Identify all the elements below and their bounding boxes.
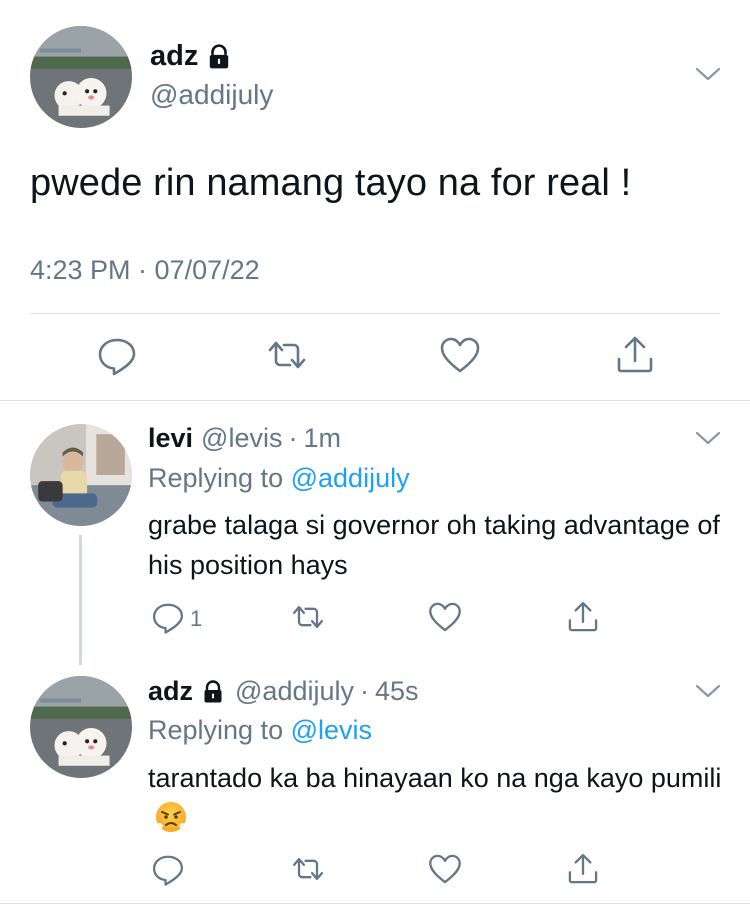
retweet-button[interactable] [265, 333, 309, 377]
reply-time[interactable]: 45s [375, 676, 419, 707]
reply-button[interactable] [95, 333, 139, 377]
reply-time[interactable]: 1m [303, 423, 341, 454]
thread-line [79, 535, 82, 665]
main-tweet-handle[interactable]: @addijuly [150, 79, 273, 111]
share-button[interactable] [565, 599, 601, 635]
section-divider [0, 400, 750, 401]
share-icon [617, 336, 653, 373]
main-tweet-name[interactable]: adz [150, 40, 232, 73]
like-button[interactable] [427, 599, 463, 635]
bottom-divider [0, 903, 750, 904]
chevron-down-icon[interactable] [695, 683, 721, 699]
reply-header-adz: adz @addijuly · 45s [148, 676, 419, 707]
reply-button[interactable] [150, 851, 186, 887]
angry-face-emoji [154, 800, 188, 834]
retweet-button[interactable] [290, 851, 326, 887]
reply-text-container: tarantado ka ba hinayaan ko na nga kayo … [148, 758, 723, 838]
chevron-down-icon[interactable] [695, 430, 721, 446]
reply-text: grabe talaga si governor oh taking advan… [148, 510, 720, 580]
reply-avatar-levi[interactable] [30, 424, 132, 526]
main-tweet-text: pwede rin namang tayo na for real ! [30, 162, 632, 204]
reply-count: 1 [190, 606, 203, 631]
like-button[interactable] [427, 851, 463, 887]
retweet-button[interactable] [290, 599, 326, 635]
reply-text: tarantado ka ba hinayaan ko na nga kayo … [148, 763, 722, 793]
retweet-icon [268, 341, 306, 369]
reply-avatar-adz[interactable] [30, 676, 132, 778]
like-icon [429, 854, 461, 884]
share-button[interactable] [613, 333, 657, 377]
main-tweet-divider [30, 313, 720, 314]
reply-icon [152, 603, 184, 634]
lock-icon [206, 43, 232, 70]
replying-mention[interactable]: @levis [291, 715, 372, 745]
reply-name[interactable]: adz [148, 676, 193, 707]
reply-separator: · [359, 676, 369, 706]
chevron-down-icon[interactable] [695, 66, 721, 82]
replying-to: Replying to @addijuly [148, 463, 410, 494]
share-icon [568, 601, 598, 632]
reply-button[interactable] [150, 599, 186, 635]
retweet-icon [292, 606, 324, 628]
like-icon [440, 337, 480, 373]
reply-handle[interactable]: @addijuly [235, 676, 354, 707]
like-icon [429, 602, 461, 632]
lock-icon [201, 679, 225, 704]
share-button[interactable] [565, 851, 601, 887]
share-icon [568, 853, 598, 884]
reply-icon [98, 338, 136, 376]
replying-prefix: Replying to [148, 463, 284, 493]
replying-mention[interactable]: @addijuly [291, 463, 410, 493]
replying-prefix: Replying to [148, 715, 284, 745]
main-tweet-name-text[interactable]: adz [150, 40, 198, 73]
retweet-icon [292, 858, 324, 880]
like-button[interactable] [438, 333, 482, 377]
reply-icon [152, 855, 184, 886]
replying-to: Replying to @levis [148, 715, 372, 746]
reply-name[interactable]: levi [148, 423, 193, 454]
reply-separator: · [288, 423, 298, 453]
main-tweet-avatar[interactable] [30, 26, 132, 128]
reply-header-levi: levi @levis · 1m [148, 423, 341, 454]
reply-handle[interactable]: @levis [201, 423, 282, 454]
main-tweet-timestamp[interactable]: 4:23 PM · 07/07/22 [30, 255, 260, 286]
